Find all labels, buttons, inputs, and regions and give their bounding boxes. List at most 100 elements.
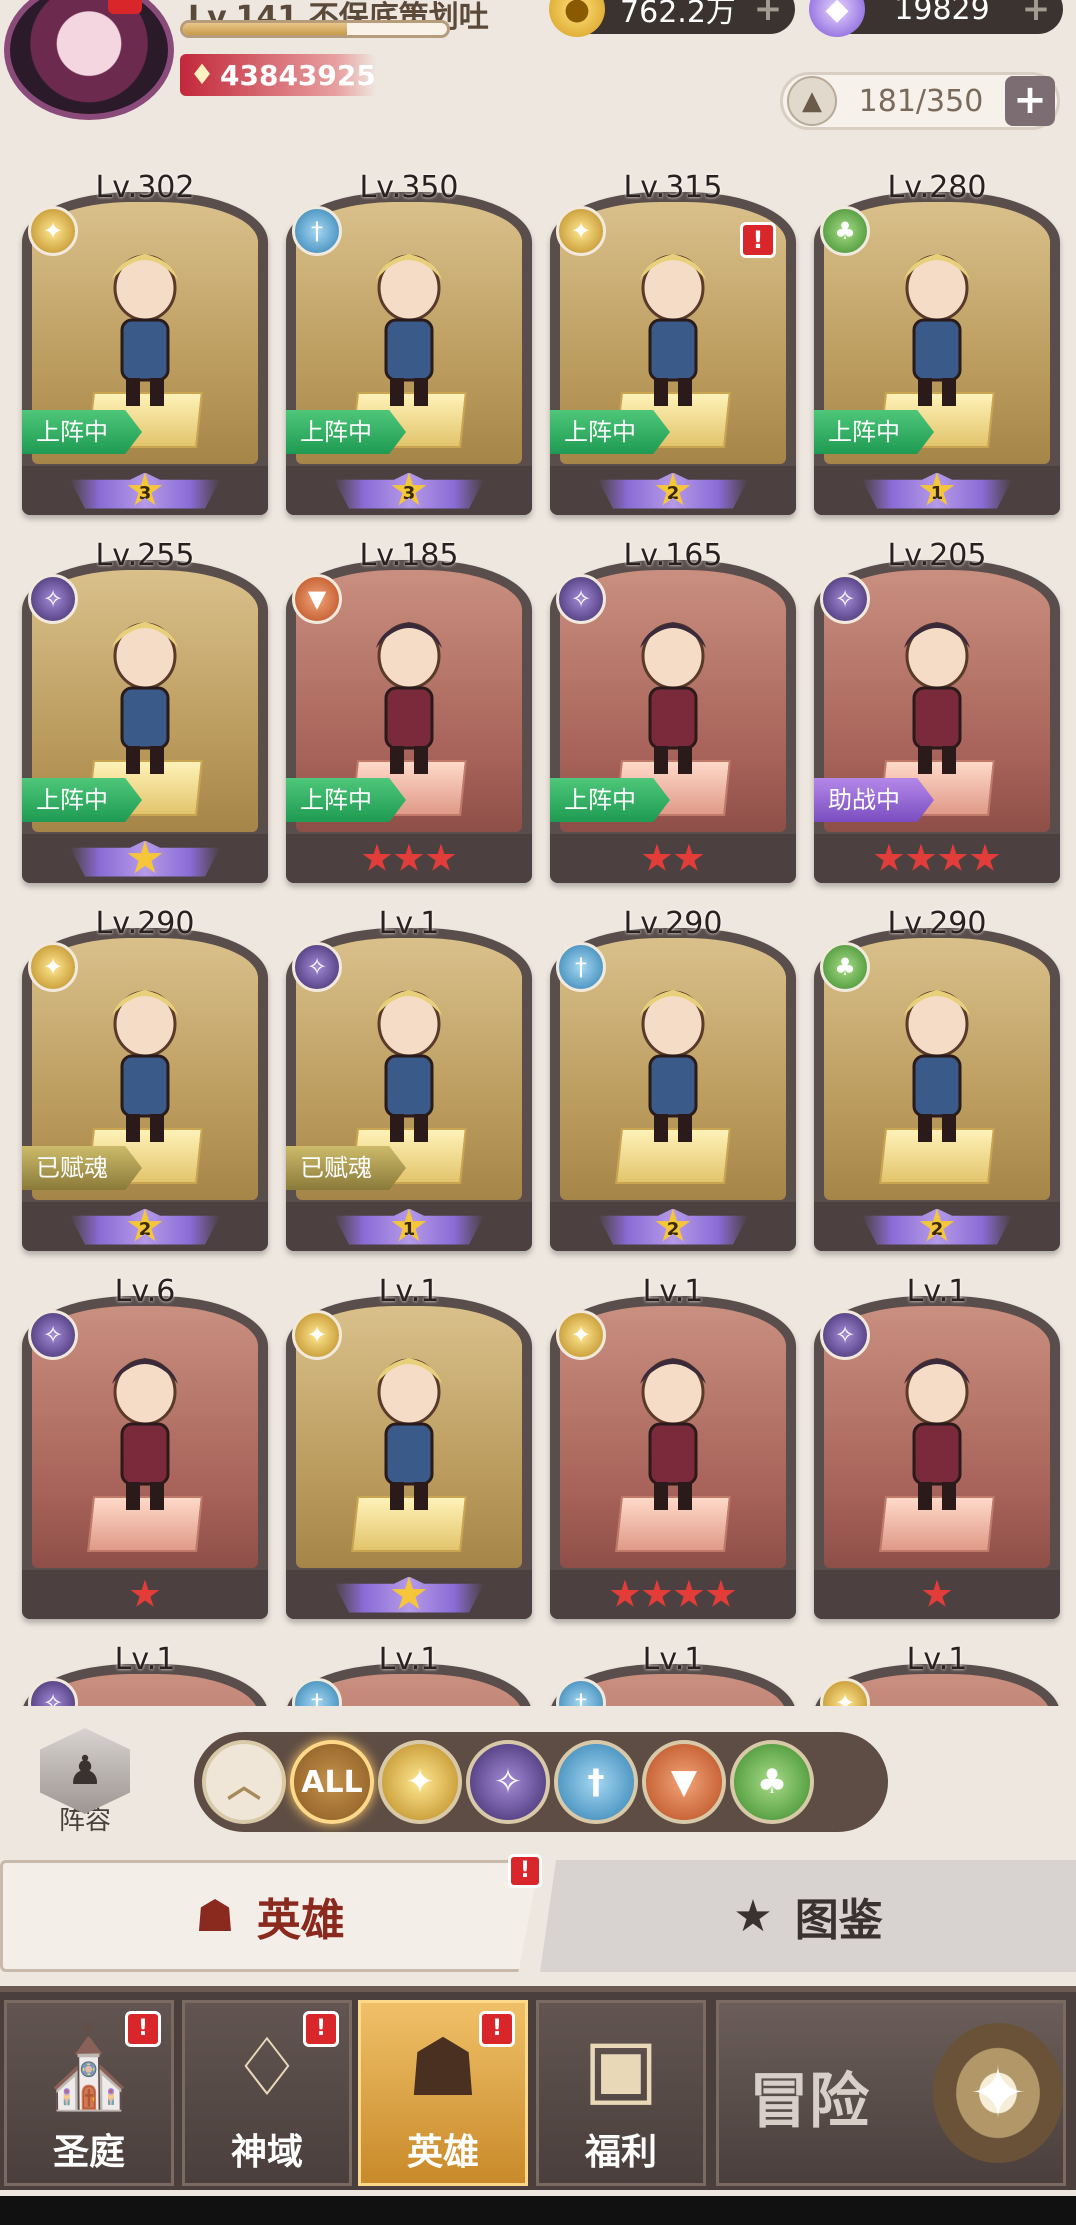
dark-faction-icon: ✧ — [556, 574, 606, 624]
nav-divine[interactable]: ♢ 神域 ! — [182, 2000, 352, 2186]
order-faction-icon: † — [292, 206, 342, 256]
dark-faction-icon: ✧ — [820, 1310, 870, 1360]
hero-star-row — [286, 1570, 532, 1619]
dark-faction-icon: ✧ — [292, 942, 342, 992]
hero-card[interactable]: Lv.205 ✧ 助战中 — [814, 538, 1060, 883]
wing-star-badge: 2 — [598, 472, 748, 509]
tab-heroes-badge: ! — [508, 1854, 542, 1888]
hero-status-tag: 已赋魂 — [286, 1146, 406, 1190]
star-icon: 1 — [919, 472, 955, 506]
red-star-icon — [970, 843, 1000, 871]
red-star-icon — [642, 843, 672, 871]
filter-holy-button[interactable]: ✦ — [378, 1740, 462, 1824]
red-star-icon — [362, 843, 392, 871]
hero-status-tag: 上阵中 — [814, 410, 934, 454]
hero-card[interactable]: Lv.1 † — [286, 1642, 532, 1706]
filter-all-button[interactable]: ALL — [290, 1740, 374, 1824]
roster-capacity: ▲ 181/350 + — [780, 72, 1060, 130]
wing-star-badge: 1 — [862, 472, 1012, 509]
crystal-altar-icon: ♢ — [231, 2021, 303, 2114]
lineup-button[interactable]: ♟ 阵容 — [30, 1728, 140, 1838]
hero-level: Lv.290 — [623, 906, 723, 941]
hero-card[interactable]: Lv.302 ✦ 上阵中 3 — [22, 170, 268, 515]
filter-dark-button[interactable]: ✧ — [466, 1740, 550, 1824]
hero-card[interactable]: Lv.1 ✦ — [550, 1274, 796, 1619]
nav-court[interactable]: ⛪ 圣庭 ! — [4, 2000, 174, 2186]
add-gem-button[interactable]: + — [1019, 0, 1053, 26]
hero-card[interactable]: Lv.255 ✧ 上阵中 — [22, 538, 268, 883]
hero-star-row: 1 — [286, 1202, 532, 1251]
hero-card[interactable]: Lv.1 ✧ — [814, 1274, 1060, 1619]
exp-bar — [180, 20, 450, 38]
nav-adventure[interactable]: 冒险 ✦ — [716, 2000, 1066, 2186]
tab-heroes[interactable]: ☗ 英雄 — [0, 1860, 540, 1972]
red-star-icon — [674, 843, 704, 871]
nav-heroes-badge: ! — [479, 2011, 515, 2047]
filter-order-button[interactable]: † — [554, 1740, 638, 1824]
star-icon: 2 — [919, 1208, 955, 1242]
hero-card[interactable]: Lv.290 ✦ 已赋魂 2 — [22, 906, 268, 1251]
hero-level: Lv.1 — [906, 1642, 968, 1677]
hero-level: Lv.6 — [114, 1274, 176, 1309]
red-star-icon — [642, 1579, 672, 1607]
hero-level: Lv.1 — [378, 1642, 440, 1677]
hero-card[interactable]: Lv.165 ✧ 上阵中 — [550, 538, 796, 883]
nature-faction-icon: ♣ — [820, 206, 870, 256]
filter-beast-button[interactable]: ▼ — [642, 1740, 726, 1824]
hero-card[interactable]: Lv.1 ✧ — [22, 1642, 268, 1706]
nature-faction-icon: ♣ — [820, 942, 870, 992]
red-stars — [874, 843, 1000, 874]
hero-star-row — [22, 1570, 268, 1619]
hero-card[interactable]: Lv.1 ✦ — [814, 1642, 1060, 1706]
red-stars — [642, 843, 704, 874]
hero-portrait — [72, 976, 218, 1146]
red-star-icon — [674, 1579, 704, 1607]
nav-welfare[interactable]: ▣ 福利 — [536, 2000, 706, 2186]
nav-court-label: 圣庭 — [52, 2132, 125, 2173]
hero-level: Lv.1 — [378, 1274, 440, 1309]
filter-collapse-button[interactable]: ︿ — [202, 1740, 286, 1824]
hero-card[interactable]: Lv.1 † — [550, 1642, 796, 1706]
hero-card[interactable]: Lv.185 ▼ 上阵中 — [286, 538, 532, 883]
holy-faction-icon: ✦ — [556, 206, 606, 256]
hero-portrait — [336, 976, 482, 1146]
hero-status-tag: 助战中 — [814, 778, 934, 822]
helmet-icon: ☗ — [407, 2021, 479, 2114]
hero-card[interactable]: Lv.350 † 上阵中 3 — [286, 170, 532, 515]
expand-roster-button[interactable]: + — [1005, 76, 1055, 126]
hero-level: Lv.205 — [887, 538, 987, 573]
hero-card[interactable]: Lv.6 ✧ — [22, 1274, 268, 1619]
star-icon: 1 — [391, 1208, 427, 1242]
hero-card[interactable]: Lv.290 ♣ 2 — [814, 906, 1060, 1251]
hero-card[interactable]: Lv.315 ✦! 上阵中 2 — [550, 170, 796, 515]
hero-level: Lv.1 — [642, 1274, 704, 1309]
wing-star-badge: 3 — [70, 472, 220, 509]
hero-level: Lv.165 — [623, 538, 723, 573]
nav-heroes[interactable]: ☗ 英雄 ! — [358, 2000, 528, 2186]
hero-card[interactable]: Lv.1 ✦ — [286, 1274, 532, 1619]
hero-card[interactable]: Lv.280 ♣ 上阵中 1 — [814, 170, 1060, 515]
hero-card[interactable]: Lv.1 ✧ 已赋魂 1 — [286, 906, 532, 1251]
hero-card[interactable]: Lv.290 † 2 — [550, 906, 796, 1251]
tab-codex[interactable]: ★ 图鉴 — [540, 1860, 1076, 1972]
faction-filter-bar: ︿ ALL ✦ ✧ † ▼ ♣ — [194, 1732, 888, 1832]
hero-star-row — [550, 1570, 796, 1619]
red-star-icon — [938, 843, 968, 871]
hero-level: Lv.1 — [114, 1642, 176, 1677]
wing-star-badge — [70, 840, 220, 877]
holy-faction-icon: ✦ — [556, 1310, 606, 1360]
hero-status-tag: 上阵中 — [22, 778, 142, 822]
hero-star-row — [286, 834, 532, 883]
player-avatar[interactable] — [4, 0, 174, 120]
dark-faction-icon: ✧ — [28, 1310, 78, 1360]
filter-nature-button[interactable]: ♣ — [730, 1740, 814, 1824]
gold-coin-icon: ● — [549, 0, 605, 37]
hero-level: Lv.290 — [887, 906, 987, 941]
add-gold-button[interactable]: + — [751, 0, 785, 26]
red-star-icon — [394, 843, 424, 871]
dark-faction-icon: ✧ — [820, 574, 870, 624]
hero-level: Lv.185 — [359, 538, 459, 573]
hero-status-tag: 已赋魂 — [22, 1146, 142, 1190]
compass-icon: ✦ — [933, 2023, 1063, 2163]
hero-portrait — [600, 608, 746, 778]
